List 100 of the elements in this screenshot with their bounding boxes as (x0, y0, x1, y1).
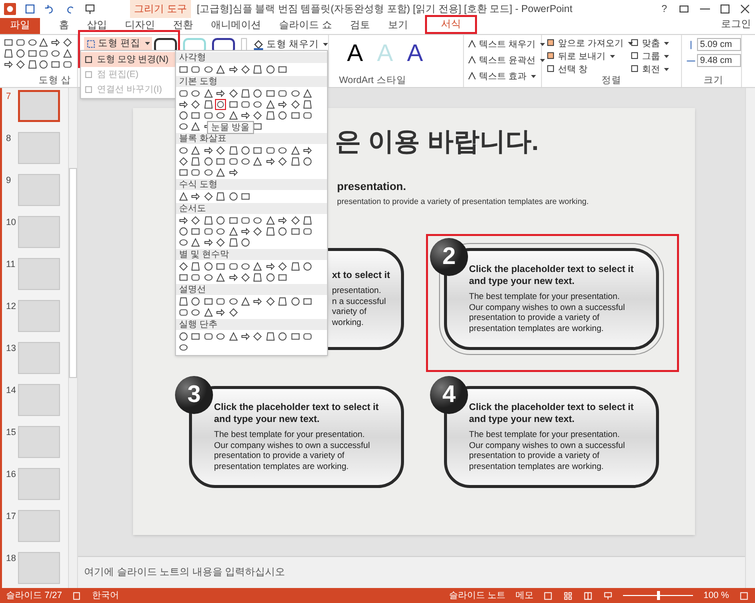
shape-icon[interactable] (50, 48, 62, 59)
shape-icon[interactable] (277, 64, 288, 75)
shape-icon[interactable] (178, 167, 189, 178)
shape-icon[interactable] (277, 261, 288, 272)
shape-icon[interactable] (202, 237, 214, 248)
slide-thumbnail[interactable] (18, 300, 60, 332)
shape-icon[interactable] (240, 191, 251, 202)
notes-placeholder[interactable]: 여기에 슬라이드 노트의 내용을 입력하십시오 (84, 565, 286, 580)
shape-icon[interactable] (228, 226, 239, 237)
shape-icon[interactable] (240, 99, 251, 110)
ribbon-tab[interactable]: 삽입 (78, 18, 116, 34)
shape-icon[interactable] (215, 215, 226, 226)
shape-icon[interactable] (202, 167, 214, 178)
sign-in-link[interactable]: 로그인 (721, 18, 755, 32)
shape-icon[interactable] (264, 261, 276, 272)
shape-icon[interactable] (240, 156, 251, 167)
slide-thumbnail[interactable] (18, 384, 60, 416)
scrollbar[interactable] (745, 88, 755, 588)
shape-icon[interactable] (178, 237, 189, 248)
shape-icon[interactable] (202, 331, 214, 342)
shape-icon[interactable] (190, 261, 202, 272)
arrange-command-button[interactable]: 맞춤 (630, 37, 681, 49)
shape-icon[interactable] (215, 296, 226, 307)
shape-icon[interactable] (277, 272, 288, 283)
shape-icon[interactable] (3, 48, 14, 59)
shape-icon[interactable] (62, 48, 74, 59)
shape-icon[interactable] (178, 261, 189, 272)
shape-icon[interactable] (178, 191, 189, 202)
shape-icon[interactable] (290, 88, 301, 99)
shape-icon[interactable] (202, 110, 214, 121)
shape-icon[interactable] (264, 99, 276, 110)
shape-icon[interactable] (252, 331, 264, 342)
shape-icon[interactable] (215, 191, 226, 202)
shape-icon[interactable] (215, 331, 226, 342)
shape-icon[interactable] (178, 64, 189, 75)
ribbon-tab[interactable]: 서식 (424, 15, 477, 34)
wordart-sample[interactable]: A (347, 40, 364, 68)
shape-icon[interactable] (302, 296, 313, 307)
shape-icon[interactable] (302, 88, 313, 99)
arrange-command-button[interactable]: 선택 창 (546, 63, 630, 75)
ribbon-tab[interactable]: 디자인 (116, 18, 164, 34)
slide-thumbnail[interactable] (18, 426, 60, 458)
ribbon-tab[interactable]: 애니메이션 (202, 18, 270, 34)
text-command-button[interactable]: 텍스트 채우기 (467, 37, 541, 51)
shape-icon[interactable] (38, 48, 50, 59)
shape-icon[interactable] (202, 156, 214, 167)
slide-thumbnail[interactable] (18, 90, 60, 122)
shape-icon[interactable] (215, 307, 226, 318)
shape-icon[interactable] (190, 191, 202, 202)
help-button[interactable]: ? (655, 2, 673, 16)
ribbon-tab[interactable]: 보기 (378, 18, 417, 34)
shape-icon[interactable] (240, 237, 251, 248)
shape-icon[interactable] (26, 48, 38, 59)
shape-icon[interactable] (290, 145, 301, 156)
shape-icon[interactable] (252, 261, 264, 272)
shape-icon[interactable] (202, 191, 214, 202)
slide-thumbnail[interactable] (18, 174, 60, 206)
shape-icon[interactable] (252, 145, 264, 156)
shape-icon[interactable] (240, 145, 251, 156)
shape-icon[interactable] (215, 261, 226, 272)
shape-icon[interactable] (240, 331, 251, 342)
shape-icon[interactable] (3, 37, 14, 48)
shape-icon[interactable] (290, 156, 301, 167)
shape-icon[interactable] (290, 296, 301, 307)
shape-icon[interactable] (228, 331, 239, 342)
shape-icon[interactable] (290, 331, 301, 342)
shape-icon[interactable] (215, 237, 226, 248)
arrange-command-button[interactable]: 회전 (630, 63, 681, 75)
shape-icon[interactable] (178, 296, 189, 307)
shape-icon[interactable] (178, 307, 189, 318)
shape-fill-button[interactable]: 도형 채우기 (253, 38, 328, 50)
shape-icon[interactable] (302, 156, 313, 167)
shape-icon[interactable] (252, 88, 264, 99)
shape-icon[interactable] (264, 110, 276, 121)
slide-thumbnail[interactable] (18, 258, 60, 290)
shape-icon[interactable] (240, 88, 251, 99)
wordart-sample[interactable]: A (407, 40, 424, 68)
shape-icon[interactable] (240, 296, 251, 307)
slide-thumbnail[interactable] (18, 132, 60, 164)
shape-icon[interactable] (178, 121, 189, 132)
shape-icon[interactable] (302, 215, 313, 226)
edit-shape-button[interactable]: 도형 편집 (84, 37, 152, 50)
shape-icon[interactable] (228, 261, 239, 272)
shape-icon[interactable] (252, 110, 264, 121)
shape-icon[interactable] (50, 37, 62, 48)
shape-icon[interactable] (178, 226, 189, 237)
shape-icon[interactable] (215, 167, 226, 178)
ribbon-tab[interactable]: 슬라이드 쇼 (270, 18, 341, 34)
ribbon-tab[interactable]: 검토 (340, 18, 379, 34)
shape-icon[interactable] (240, 64, 251, 75)
slide-thumbnail[interactable] (18, 342, 60, 374)
shape-icon[interactable] (302, 331, 313, 342)
shape-icon[interactable] (215, 110, 226, 121)
shape-icon[interactable] (215, 88, 226, 99)
shape-icon[interactable] (264, 64, 276, 75)
shape-icon[interactable] (228, 167, 239, 178)
shape-icon[interactable] (215, 99, 226, 110)
shape-icon[interactable] (290, 99, 301, 110)
shape-icon[interactable] (228, 272, 239, 283)
shape-icon[interactable] (228, 215, 239, 226)
